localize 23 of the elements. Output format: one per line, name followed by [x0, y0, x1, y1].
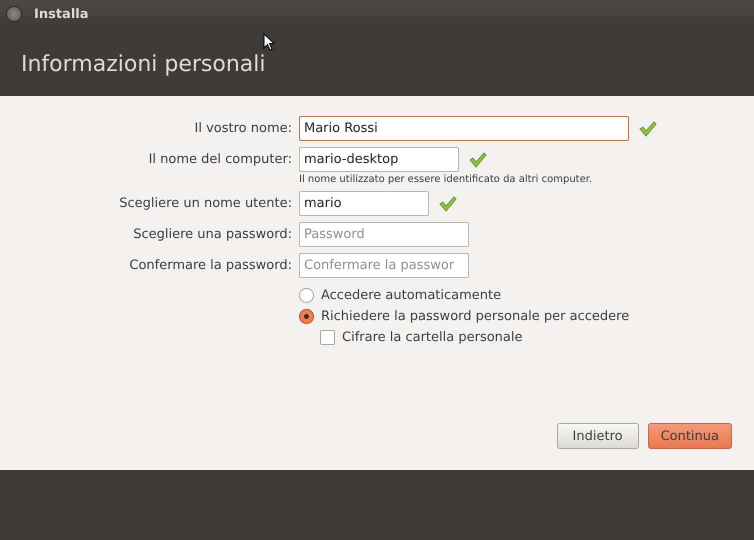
minimize-button[interactable] [6, 6, 22, 22]
pointer-icon [263, 33, 275, 51]
back-button[interactable]: Indietro [556, 423, 639, 449]
option-label: Richiedere la password personale per accedere [321, 309, 630, 324]
hint-text: Il nome utilizzato per essere identificato da altri computer. [299, 174, 594, 185]
field-label: Il vostro nome: [194, 120, 292, 138]
continue-button[interactable]: Continua [648, 423, 732, 449]
radio-button[interactable] [299, 309, 314, 324]
window-title: Installa [34, 6, 89, 22]
page-title: Informazioni personali [21, 52, 266, 76]
option-label: Cifrare la cartella personale [342, 330, 522, 345]
field-label: Confermare la password: [128, 257, 292, 275]
input-field[interactable]: mario-desktop [299, 147, 459, 172]
field-label: Il nome del computer: [148, 151, 292, 169]
checkbox[interactable] [320, 330, 335, 345]
input-field[interactable]: Mario Rossi [299, 116, 629, 141]
input-field[interactable]: mario [299, 191, 429, 216]
input-field[interactable]: Password [299, 222, 469, 247]
field-label: Scegliere una password: [132, 226, 292, 244]
input-field[interactable]: Confermare la passwor [299, 253, 469, 278]
option-label: Accedere automaticamente [321, 288, 502, 303]
field-label: Scegliere un nome utente: [118, 195, 292, 213]
radio-button[interactable] [299, 288, 314, 303]
